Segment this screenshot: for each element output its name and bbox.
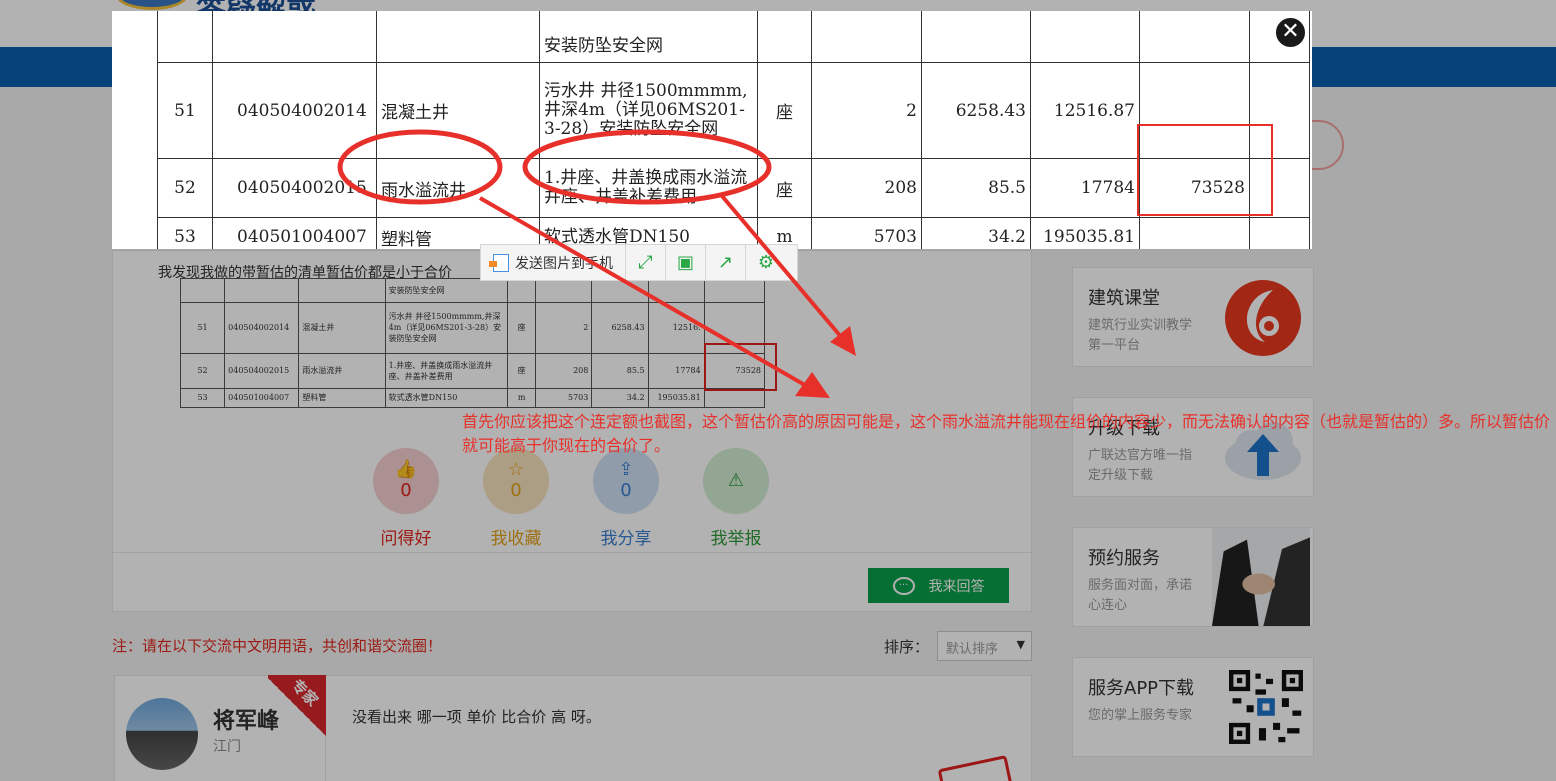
table-cell: 雨水溢流井 bbox=[376, 158, 540, 218]
enlarged-image-viewer: 安装防坠安全网 51 040504002014 混凝土井 污水井 井径1500m… bbox=[112, 11, 1312, 249]
table-cell bbox=[811, 11, 922, 63]
save-icon[interactable]: ▣ bbox=[666, 245, 706, 280]
settings-icon[interactable]: ⚙ bbox=[746, 245, 786, 280]
table-cell: 12516.87 bbox=[1030, 62, 1140, 159]
table-cell: 混凝土井 bbox=[376, 62, 540, 159]
table-cell: 040501004007 bbox=[212, 217, 377, 249]
table-cell: 208 bbox=[811, 158, 922, 218]
table-cell bbox=[1249, 62, 1310, 159]
bill-of-quantities-table: 安装防坠安全网 51 040504002014 混凝土井 污水井 井径1500m… bbox=[157, 11, 1310, 249]
table-cell bbox=[1030, 11, 1140, 63]
image-toolbar: 发送图片到手机 ⤢ ▣ ↗ ⚙ bbox=[480, 244, 798, 281]
table-cell bbox=[1249, 217, 1310, 249]
annotation-text: 首先你应该把这个连定额也截图，这个暂估价高的原因可能是，这个雨水溢流井能现在组价… bbox=[462, 412, 1551, 455]
table-cell: 195035.81 bbox=[1030, 217, 1140, 249]
table-row: 52 040504002015 雨水溢流井 1.井座、井盖换成雨水溢流井座、井盖… bbox=[157, 158, 1310, 218]
table-cell: 73528 bbox=[1139, 158, 1250, 218]
table-cell: 34.2 bbox=[921, 217, 1031, 249]
table-cell bbox=[1139, 62, 1250, 159]
table-cell: 85.5 bbox=[921, 158, 1031, 218]
close-icon[interactable]: ✕ bbox=[1274, 16, 1307, 49]
table-cell: 座 bbox=[757, 62, 812, 159]
send-to-phone-button[interactable]: 发送图片到手机 bbox=[481, 245, 626, 280]
fullscreen-icon[interactable]: ⤢ bbox=[626, 245, 666, 280]
table-cell: 1.井座、井盖换成雨水溢流井座、井盖补差费用 bbox=[539, 158, 758, 218]
table-cell: 51 bbox=[157, 62, 213, 159]
table-cell bbox=[1139, 217, 1250, 249]
table-cell bbox=[1139, 11, 1250, 63]
table-cell bbox=[157, 11, 213, 63]
send-to-phone-label: 发送图片到手机 bbox=[515, 255, 613, 272]
table-cell: 安装防坠安全网 bbox=[539, 11, 758, 63]
table-cell: 17784 bbox=[1030, 158, 1140, 218]
table-cell bbox=[757, 11, 812, 63]
table-cell bbox=[921, 11, 1031, 63]
table-cell bbox=[1249, 158, 1310, 218]
table-cell: 52 bbox=[157, 158, 213, 218]
table-row: 51 040504002014 混凝土井 污水井 井径1500mmmm,井深4m… bbox=[157, 62, 1310, 159]
table-cell: 040504002015 bbox=[212, 158, 377, 218]
table-cell bbox=[212, 11, 377, 63]
table-cell: 污水井 井径1500mmmm,井深4m（详见06MS201-3-28）安装防坠安… bbox=[539, 62, 758, 159]
table-cell: 2 bbox=[811, 62, 922, 159]
table-cell: 5703 bbox=[811, 217, 922, 249]
table-cell: 040504002014 bbox=[212, 62, 377, 159]
phone-send-icon bbox=[489, 253, 509, 272]
table-cell: 座 bbox=[757, 158, 812, 218]
table-cell bbox=[376, 11, 540, 63]
share-out-icon[interactable]: ↗ bbox=[706, 245, 746, 280]
table-cell: 6258.43 bbox=[921, 62, 1031, 159]
table-cell: 53 bbox=[157, 217, 213, 249]
